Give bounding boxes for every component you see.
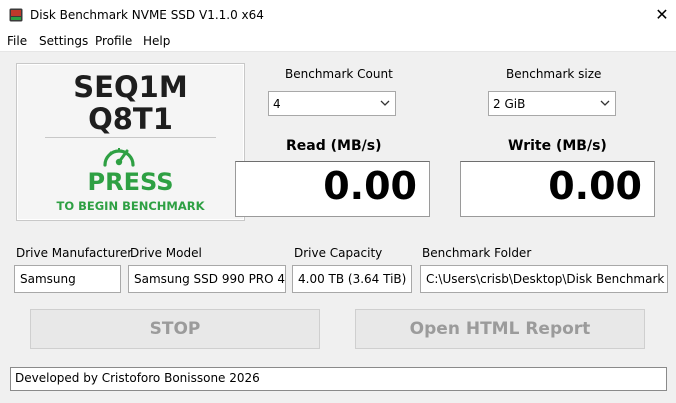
- write-result-box: 0.00: [460, 161, 655, 217]
- menu-file[interactable]: File: [7, 34, 27, 48]
- begin-benchmark-label: TO BEGIN BENCHMARK: [56, 199, 205, 213]
- drive-capacity-value: 4.00 TB (3.64 TiB): [298, 272, 407, 286]
- menu-bar: File Settings Profile Help: [0, 31, 676, 52]
- title-bar: Disk Benchmark NVME SSD V1.1.0 x64 ✕: [0, 0, 676, 31]
- read-value: 0.00: [323, 164, 417, 208]
- benchmark-count-value: 4: [273, 97, 281, 111]
- benchmark-folder-field[interactable]: C:\Users\crisb\Desktop\Disk Benchmark NV…: [420, 265, 668, 293]
- start-benchmark-button[interactable]: SEQ1M Q8T1 PRESS TO BEGIN BENCHMARK: [16, 63, 245, 221]
- speedometer-icon: [103, 148, 135, 167]
- window-title: Disk Benchmark NVME SSD V1.1.0 x64: [30, 8, 264, 22]
- write-value: 0.00: [548, 164, 642, 208]
- drive-model-value: Samsung SSD 990 PRO 4TB: [134, 272, 286, 286]
- test-mode-line1: SEQ1M: [73, 70, 188, 104]
- drive-capacity-field[interactable]: 4.00 TB (3.64 TiB): [292, 265, 412, 293]
- menu-profile[interactable]: Profile: [95, 34, 132, 48]
- status-bar: Developed by Cristoforo Bonissone 2026: [10, 367, 667, 391]
- open-html-report-button[interactable]: Open HTML Report: [355, 309, 645, 349]
- drive-manufacturer-field[interactable]: Samsung: [14, 265, 121, 293]
- divider: [45, 137, 216, 138]
- stop-button[interactable]: STOP: [30, 309, 320, 349]
- drive-capacity-label: Drive Capacity: [294, 246, 383, 260]
- read-result-box: 0.00: [235, 161, 430, 217]
- drive-manufacturer-label: Drive Manufacturer: [16, 246, 133, 260]
- menu-help[interactable]: Help: [143, 34, 170, 48]
- status-text: Developed by Cristoforo Bonissone 2026: [15, 371, 260, 385]
- benchmark-count-label: Benchmark Count: [285, 67, 393, 81]
- read-heading: Read (MB/s): [286, 138, 382, 154]
- benchmark-count-select[interactable]: 4: [268, 91, 396, 116]
- benchmark-size-value: 2 GiB: [493, 97, 526, 111]
- test-mode-line2: Q8T1: [88, 102, 173, 136]
- drive-model-field[interactable]: Samsung SSD 990 PRO 4TB: [128, 265, 286, 293]
- close-icon[interactable]: ✕: [652, 4, 672, 26]
- drive-manufacturer-value: Samsung: [20, 272, 76, 286]
- press-label: PRESS: [87, 168, 174, 196]
- benchmark-size-label: Benchmark size: [506, 67, 602, 81]
- menu-settings[interactable]: Settings: [39, 34, 88, 48]
- benchmark-size-select[interactable]: 2 GiB: [488, 91, 616, 116]
- write-heading: Write (MB/s): [508, 138, 607, 154]
- app-icon: [9, 8, 23, 22]
- drive-model-label: Drive Model: [130, 246, 202, 260]
- chevron-down-icon: [380, 100, 390, 106]
- chevron-down-icon: [600, 100, 610, 106]
- benchmark-folder-label: Benchmark Folder: [422, 246, 532, 260]
- benchmark-folder-value: C:\Users\crisb\Desktop\Disk Benchmark NV…: [426, 272, 667, 286]
